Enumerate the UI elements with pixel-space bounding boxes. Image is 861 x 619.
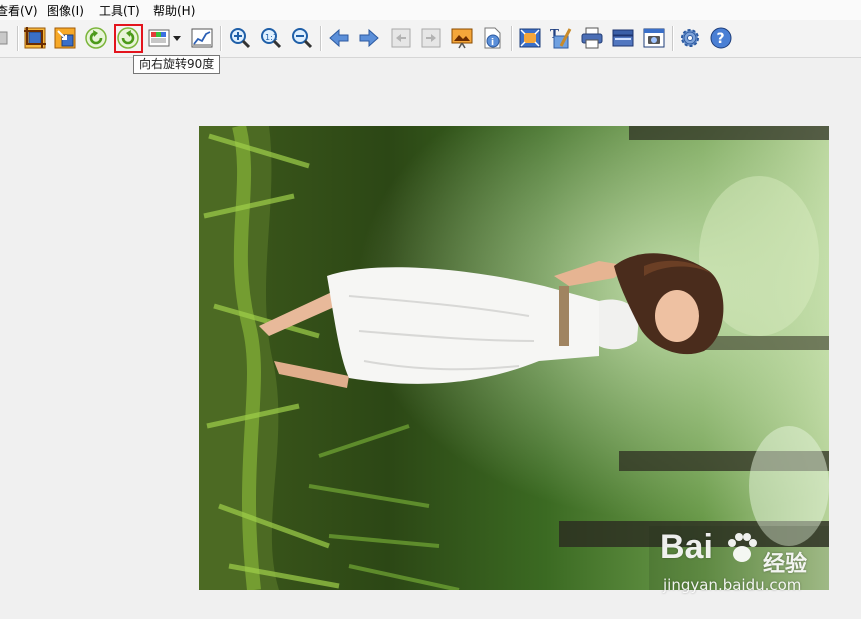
- toolbar-separator: [220, 26, 221, 51]
- color-adjust-icon[interactable]: [146, 25, 172, 51]
- rotated-photo: [199, 126, 829, 590]
- histogram-icon[interactable]: [189, 25, 215, 51]
- fullscreen-icon[interactable]: [517, 25, 543, 51]
- menu-help[interactable]: 帮助(H): [153, 3, 195, 19]
- svg-text:1:1: 1:1: [265, 33, 278, 42]
- crop-icon[interactable]: [22, 25, 48, 51]
- watermark-brand: Bai: [660, 528, 713, 566]
- next-icon[interactable]: [356, 25, 382, 51]
- watermark-url: jingyan.baidu.com: [663, 576, 802, 594]
- previous-icon[interactable]: [326, 25, 352, 51]
- slideshow-icon[interactable]: [449, 25, 475, 51]
- toolbar-separator: [511, 26, 512, 51]
- resize-icon[interactable]: [52, 25, 78, 51]
- zoom-out-icon[interactable]: [289, 25, 315, 51]
- svg-text:?: ?: [717, 31, 725, 47]
- image-info-icon[interactable]: i: [479, 25, 505, 51]
- partial-toolbar-icon[interactable]: [0, 25, 12, 51]
- watermark: Bai 经验 jingyan.baidu.com: [660, 528, 820, 598]
- tooltip: 向右旋转90度: [133, 55, 220, 74]
- menu-bar: 查看(V) 图像(I) 工具(T) 帮助(H): [0, 0, 861, 20]
- image-canvas: [199, 126, 829, 590]
- first-page-icon[interactable]: [388, 25, 414, 51]
- scan-icon[interactable]: [610, 25, 636, 51]
- toolbar-separator: [672, 26, 673, 51]
- menu-view[interactable]: 查看(V): [0, 3, 38, 19]
- watermark-sub: 经验: [763, 552, 808, 577]
- last-page-icon[interactable]: [418, 25, 444, 51]
- rotate-right-highlight: [114, 24, 143, 53]
- toolbar-separator: [17, 26, 18, 51]
- capture-icon[interactable]: [641, 25, 667, 51]
- help-icon[interactable]: ?: [708, 25, 734, 51]
- menu-tools[interactable]: 工具(T): [99, 3, 140, 19]
- zoom-in-icon[interactable]: [227, 25, 253, 51]
- toolbar-separator: [320, 26, 321, 51]
- add-text-icon[interactable]: T: [548, 25, 574, 51]
- rotate-left-icon[interactable]: [83, 25, 109, 51]
- svg-text:i: i: [491, 38, 494, 48]
- paw-icon: [724, 530, 760, 569]
- dropdown-arrow-icon[interactable]: [170, 25, 184, 51]
- settings-icon[interactable]: [677, 25, 703, 51]
- print-icon[interactable]: [579, 25, 605, 51]
- actual-size-icon[interactable]: 1:1: [258, 25, 284, 51]
- menu-image[interactable]: 图像(I): [47, 3, 84, 19]
